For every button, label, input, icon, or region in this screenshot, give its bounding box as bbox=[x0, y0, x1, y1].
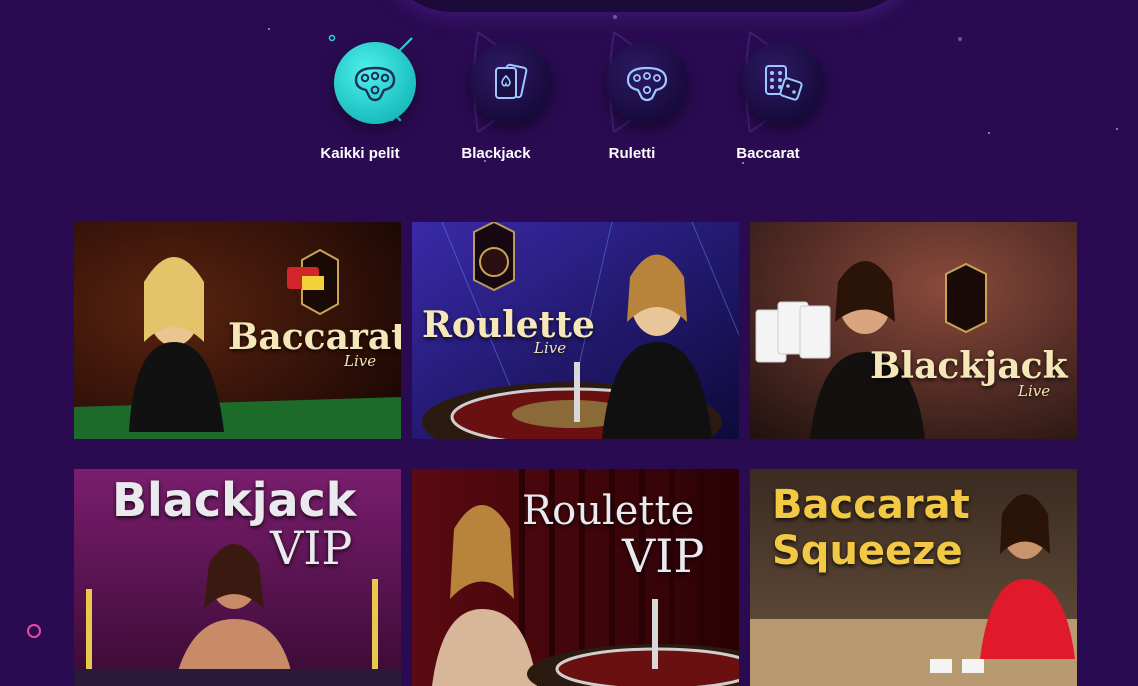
game-subtitle: VIP bbox=[270, 521, 353, 575]
category-baccarat[interactable]: Baccarat bbox=[700, 30, 836, 170]
baccarat-icon-circle bbox=[742, 42, 824, 124]
game-subtitle: Squeeze bbox=[772, 528, 963, 574]
category-label: Ruletti bbox=[608, 145, 656, 162]
game-subtitle: Live bbox=[1018, 382, 1051, 400]
category-label: Baccarat bbox=[736, 145, 800, 162]
header-dome bbox=[380, 0, 920, 12]
game-tile-blackjack-vip[interactable]: Blackjack VIP bbox=[74, 469, 401, 686]
category-label: Blackjack bbox=[461, 145, 531, 162]
category-label: Kaikki pelit bbox=[320, 145, 400, 162]
game-title: Blackjack bbox=[112, 473, 357, 527]
game-subtitle: Live bbox=[344, 352, 377, 370]
roulette-icon bbox=[354, 66, 396, 102]
category-nav: Kaikki pelit Blackjack Ruletti Baccarat bbox=[0, 30, 1138, 170]
category-blackjack[interactable]: Blackjack bbox=[428, 30, 564, 170]
chat-launcher-button[interactable] bbox=[27, 624, 41, 638]
game-title: Baccarat bbox=[772, 482, 970, 528]
game-tile-roulette-vip[interactable]: Roulette VIP bbox=[412, 469, 739, 686]
game-title: Blackjack bbox=[870, 345, 1068, 387]
game-tile-blackjack-live[interactable]: Blackjack Live bbox=[750, 222, 1077, 439]
game-subtitle: Live bbox=[534, 339, 567, 357]
game-title: Roulette bbox=[422, 304, 595, 346]
category-roulette[interactable]: Ruletti bbox=[564, 30, 700, 170]
cards-icon bbox=[495, 63, 528, 99]
game-title: Baccarat bbox=[228, 316, 401, 358]
roulette-icon-circle bbox=[606, 42, 688, 124]
game-subtitle: VIP bbox=[622, 529, 705, 583]
game-tile-baccarat-live[interactable]: Baccarat Live bbox=[74, 222, 401, 439]
roulette-icon bbox=[626, 66, 668, 102]
category-all-games[interactable]: Kaikki pelit bbox=[292, 30, 428, 170]
game-tile-baccarat-squeeze[interactable]: Baccarat Squeeze bbox=[750, 469, 1077, 686]
game-tile-roulette-live[interactable]: Roulette Live bbox=[412, 222, 739, 439]
blackjack-icon-circle bbox=[470, 42, 552, 124]
all-games-icon-circle bbox=[334, 42, 416, 124]
game-thumbnail bbox=[750, 222, 1077, 439]
dice-icon bbox=[765, 65, 803, 101]
game-title: Roulette bbox=[522, 488, 695, 534]
